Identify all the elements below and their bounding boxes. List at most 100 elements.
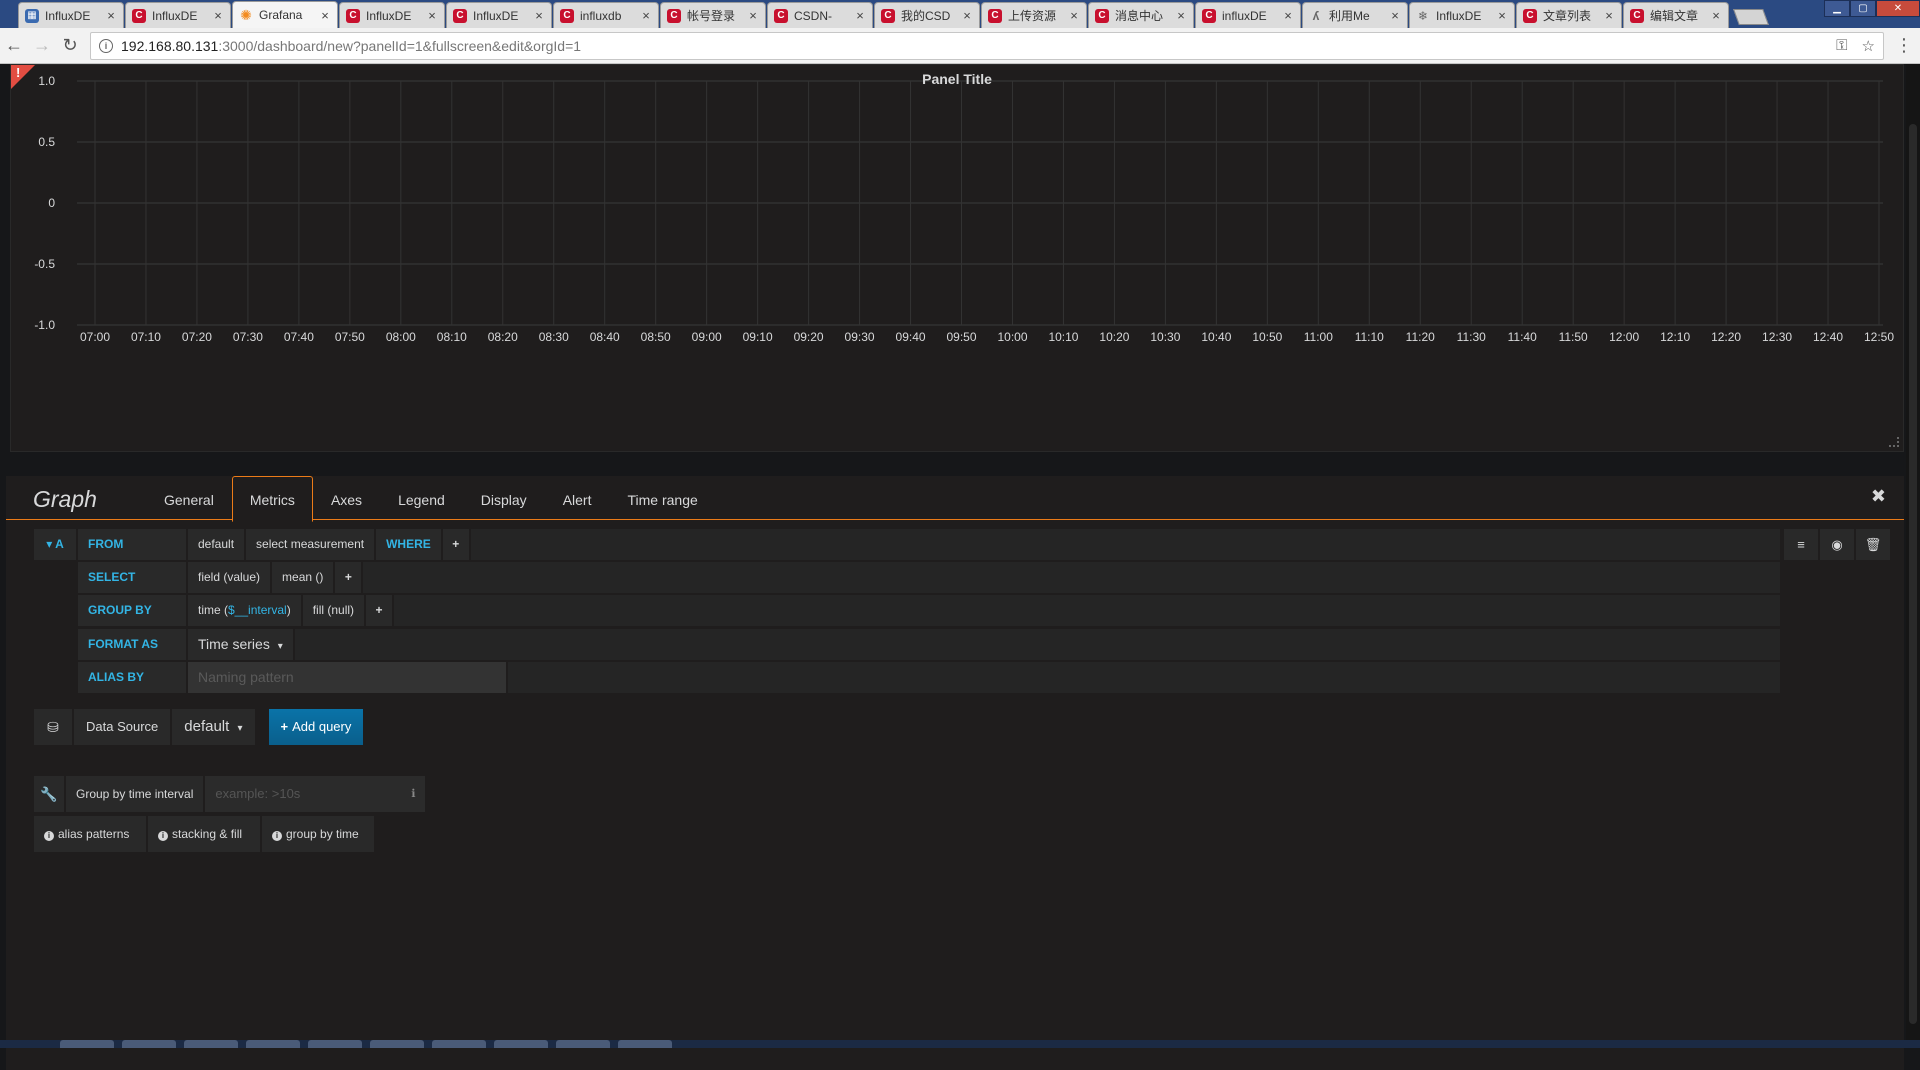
panel-title[interactable]: Panel Title xyxy=(11,71,1903,87)
browser-tab[interactable]: CinfluxDE × xyxy=(1195,2,1301,28)
tab-close-icon[interactable]: × xyxy=(640,8,652,23)
group-by-time-row: 🔧 Group by time interval example: >10s ℹ xyxy=(34,776,427,812)
resize-handle-icon[interactable] xyxy=(1889,437,1899,447)
query-ref-id[interactable]: ▾ A xyxy=(34,529,76,560)
tab-close-icon[interactable]: × xyxy=(105,8,117,23)
site-info-icon[interactable]: i xyxy=(99,38,113,53)
time-group-select[interactable]: time ($__interval) xyxy=(188,595,301,626)
browser-tab[interactable]: ❄ InfluxDE × xyxy=(1409,2,1515,28)
back-icon[interactable]: ← xyxy=(0,32,28,60)
browser-tab[interactable]: C InfluxDE × xyxy=(339,2,445,28)
minimize-icon[interactable]: ▁ xyxy=(1824,0,1850,17)
taskbar-item[interactable] xyxy=(246,1040,300,1048)
browser-tab[interactable]: C 编辑文章 × xyxy=(1623,2,1729,28)
add-query-button[interactable]: + Add query xyxy=(268,709,364,745)
scrollbar-thumb[interactable] xyxy=(1909,124,1917,1024)
tab-close-icon[interactable]: × xyxy=(319,8,331,23)
fill-select[interactable]: fill (null) xyxy=(302,595,365,626)
browser-tab[interactable]: Cinfluxdb × xyxy=(553,2,659,28)
taskbar-item[interactable] xyxy=(432,1040,486,1048)
taskbar-item[interactable] xyxy=(494,1040,548,1048)
alias-by-input[interactable]: Naming pattern xyxy=(188,662,506,693)
format-as-select[interactable]: Time series ▾ xyxy=(188,629,293,660)
format-as-label: FORMAT AS xyxy=(78,629,186,660)
scrollbar[interactable] xyxy=(1906,64,1920,1040)
browser-tab[interactable]: C CSDN- × xyxy=(767,2,873,28)
tab-close-icon[interactable]: × xyxy=(1282,8,1294,23)
retention-policy-select[interactable]: default xyxy=(188,529,245,560)
taskbar-item[interactable] xyxy=(308,1040,362,1048)
query-menu-icon[interactable]: ≡ xyxy=(1784,529,1818,560)
tab-close-icon[interactable]: × xyxy=(747,8,759,23)
datasource-select[interactable]: default ▾ xyxy=(172,709,255,745)
delete-query-icon[interactable]: 🗑 xyxy=(1856,529,1890,560)
tab-axes[interactable]: Axes xyxy=(313,476,380,521)
taskbar-item[interactable] xyxy=(122,1040,176,1048)
panel-alert-corner[interactable] xyxy=(11,65,35,89)
tab-metrics[interactable]: Metrics xyxy=(231,476,313,522)
tab-close-icon[interactable]: × xyxy=(533,8,545,23)
reload-icon[interactable]: ↻ xyxy=(56,32,84,60)
tab-close-icon[interactable]: × xyxy=(1068,8,1080,23)
browser-menu-icon[interactable]: ⋮ xyxy=(1892,35,1916,56)
forward-icon[interactable]: → xyxy=(28,32,56,60)
taskbar-item[interactable] xyxy=(618,1040,672,1048)
add-where-button[interactable]: + xyxy=(442,529,469,560)
tab-close-icon[interactable]: × xyxy=(1389,8,1401,23)
key-icon[interactable]: ⚿ xyxy=(1836,37,1847,55)
help-alias-patterns[interactable]: i alias patterns xyxy=(34,816,146,852)
y-tick-label: 0.5 xyxy=(38,135,55,149)
tab-close-icon[interactable]: × xyxy=(1175,8,1187,23)
browser-tab[interactable]: ʎ 利用Me × xyxy=(1302,2,1408,28)
help-stacking-fill[interactable]: i stacking & fill xyxy=(148,816,260,852)
browser-tab[interactable]: C 上传资源 × xyxy=(981,2,1087,28)
add-group-by-button[interactable]: + xyxy=(366,595,393,626)
plus-icon: + xyxy=(280,719,289,734)
browser-tab[interactable]: C 消息中心 × xyxy=(1088,2,1194,28)
browser-tab[interactable]: ▦ InfluxDE × xyxy=(18,2,124,28)
y-tick-label: -1.0 xyxy=(34,318,55,332)
query-actions: ≡ ◉ 🗑 xyxy=(1782,529,1890,560)
browser-tab[interactable]: C InfluxDE × xyxy=(125,2,231,28)
group-by-time-input[interactable]: example: >10s ℹ xyxy=(205,776,426,812)
taskbar-item[interactable] xyxy=(60,1040,114,1048)
from-label: FROM xyxy=(78,529,186,560)
from-row: FROM default select measurement WHERE + xyxy=(78,529,1780,560)
field-select[interactable]: field (value) xyxy=(188,562,271,593)
tab-close-icon[interactable]: × xyxy=(961,8,973,23)
tab-close-icon[interactable]: × xyxy=(1710,8,1722,23)
taskbar-item[interactable] xyxy=(184,1040,238,1048)
help-group-by-time[interactable]: i group by time xyxy=(262,816,374,852)
tab-close-icon[interactable]: × xyxy=(1496,8,1508,23)
tab-time-range[interactable]: Time range xyxy=(609,476,715,521)
browser-tab[interactable]: C InfluxDE × xyxy=(446,2,552,28)
maximize-icon[interactable]: ▢ xyxy=(1850,0,1876,17)
taskbar-item[interactable] xyxy=(556,1040,610,1048)
tab-close-icon[interactable]: × xyxy=(212,8,224,23)
measurement-select[interactable]: select measurement xyxy=(246,529,375,560)
address-bar: ← → ↻ i 192.168.80.131:3000/dashboard/ne… xyxy=(0,28,1920,64)
browser-tab[interactable]: C 帐号登录 × xyxy=(660,2,766,28)
help-label: stacking & fill xyxy=(172,827,243,841)
url-input[interactable]: i 192.168.80.131:3000/dashboard/new?pane… xyxy=(90,31,1884,60)
tab-display[interactable]: Display xyxy=(463,476,545,521)
add-select-button[interactable]: + xyxy=(335,562,362,593)
tab-general[interactable]: General xyxy=(146,476,232,521)
window-close-icon[interactable]: ✕ xyxy=(1876,0,1920,17)
tab-close-icon[interactable]: × xyxy=(426,8,438,23)
toggle-visibility-icon[interactable]: ◉ xyxy=(1820,529,1854,560)
tab-close-icon[interactable]: × xyxy=(854,8,866,23)
x-tick-label: 07:40 xyxy=(284,330,314,344)
editor-close-icon[interactable]: ✖ xyxy=(1871,486,1886,507)
info-icon[interactable]: ℹ xyxy=(411,776,415,812)
browser-tab[interactable]: C 我的CSD × xyxy=(874,2,980,28)
aggregate-select[interactable]: mean () xyxy=(272,562,334,593)
new-tab-button[interactable] xyxy=(1733,9,1769,25)
bookmark-star-icon[interactable]: ☆ xyxy=(1862,37,1875,55)
browser-tab[interactable]: ✺ Grafana × xyxy=(232,1,338,28)
tab-legend[interactable]: Legend xyxy=(380,476,463,521)
tab-close-icon[interactable]: × xyxy=(1603,8,1615,23)
taskbar-item[interactable] xyxy=(370,1040,424,1048)
browser-tab[interactable]: C 文章列表 × xyxy=(1516,2,1622,28)
tab-alert[interactable]: Alert xyxy=(545,476,610,521)
